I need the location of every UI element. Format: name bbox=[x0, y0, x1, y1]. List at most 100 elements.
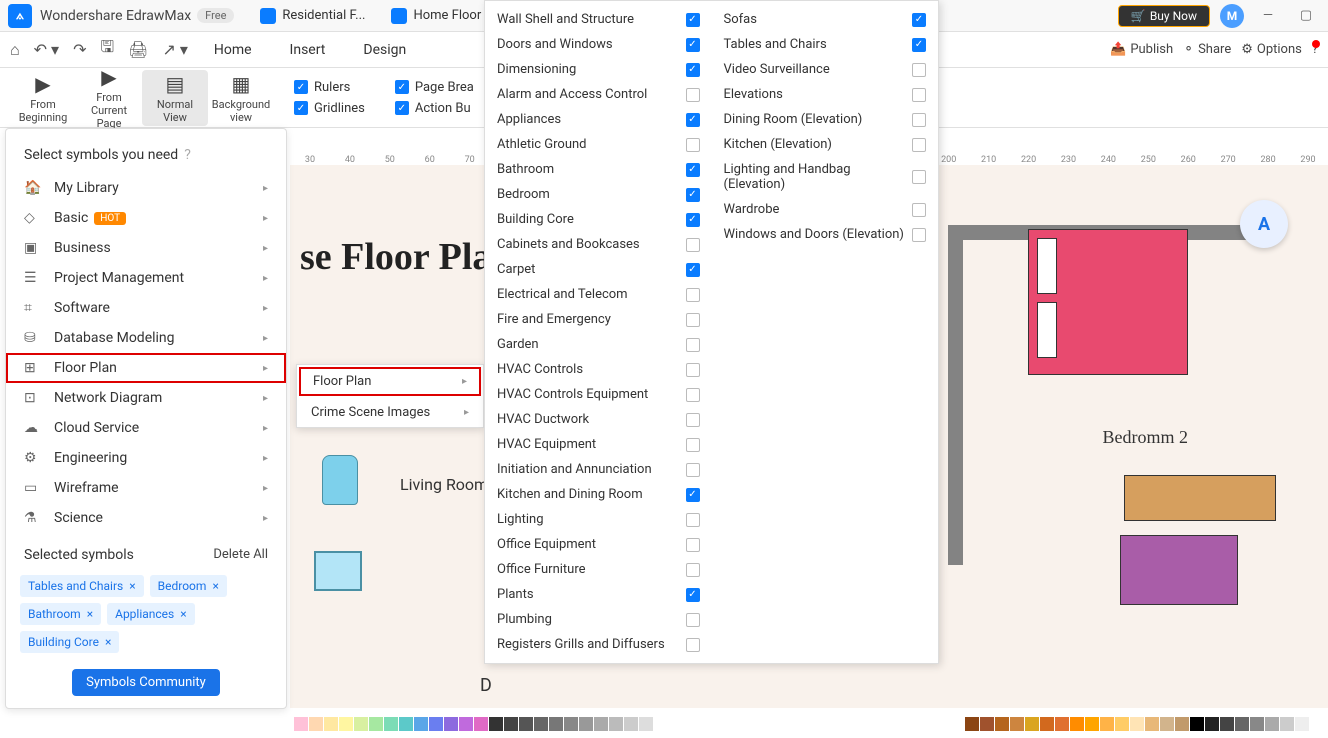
tag-bathroom[interactable]: Bathroom × bbox=[20, 603, 101, 625]
color-swatch[interactable] bbox=[624, 717, 638, 731]
check-alarm-and-access-control[interactable]: Alarm and Access Control bbox=[485, 82, 712, 107]
chair-shape[interactable] bbox=[322, 455, 358, 505]
check-wardrobe[interactable]: Wardrobe bbox=[712, 197, 939, 222]
options-button[interactable]: ⚙ Options bbox=[1241, 42, 1302, 57]
color-swatch[interactable] bbox=[429, 717, 443, 731]
check-sofas[interactable]: Sofas✓ bbox=[712, 7, 939, 32]
checkbox[interactable] bbox=[686, 638, 700, 652]
check-fire-and-emergency[interactable]: Fire and Emergency bbox=[485, 307, 712, 332]
checkbox[interactable]: ✓ bbox=[686, 38, 700, 52]
checkbox[interactable] bbox=[686, 288, 700, 302]
remove-tag-icon[interactable]: × bbox=[180, 607, 186, 621]
color-swatch[interactable] bbox=[294, 717, 308, 731]
checkbox[interactable] bbox=[686, 513, 700, 527]
category-database-modeling[interactable]: ⛁Database Modeling▸ bbox=[6, 323, 286, 353]
check-elevations[interactable]: Elevations bbox=[712, 82, 939, 107]
remove-tag-icon[interactable]: × bbox=[87, 607, 93, 621]
checkbox[interactable] bbox=[686, 338, 700, 352]
check-kitchen-and-dining-room[interactable]: Kitchen and Dining Room✓ bbox=[485, 482, 712, 507]
color-swatch[interactable] bbox=[594, 717, 608, 731]
checkbox[interactable]: ✓ bbox=[686, 63, 700, 77]
symbols-community-button[interactable]: Symbols Community bbox=[72, 669, 220, 696]
color-swatch[interactable] bbox=[1190, 717, 1204, 731]
color-swatch[interactable] bbox=[459, 717, 473, 731]
buy-now-button[interactable]: 🛒 Buy Now bbox=[1118, 5, 1210, 27]
color-swatch[interactable] bbox=[549, 717, 563, 731]
color-swatch[interactable] bbox=[414, 717, 428, 731]
category-cloud-service[interactable]: ☁Cloud Service▸ bbox=[6, 413, 286, 443]
actionbutton-checkbox[interactable]: ✓ bbox=[395, 101, 409, 115]
submenu-floor-plan[interactable]: Floor Plan▸ bbox=[299, 367, 481, 396]
color-swatch[interactable] bbox=[1220, 717, 1234, 731]
color-swatch[interactable] bbox=[965, 717, 979, 731]
color-swatch[interactable] bbox=[1130, 717, 1144, 731]
checkbox[interactable]: ✓ bbox=[912, 38, 926, 52]
category-network-diagram[interactable]: ⊡Network Diagram▸ bbox=[6, 383, 286, 413]
checkbox[interactable] bbox=[686, 363, 700, 377]
background-view-button[interactable]: ▦Background view bbox=[208, 70, 274, 126]
color-swatch[interactable] bbox=[1070, 717, 1084, 731]
checkbox[interactable] bbox=[686, 313, 700, 327]
check-bedroom[interactable]: Bedroom✓ bbox=[485, 182, 712, 207]
check-hvac-ductwork[interactable]: HVAC Ductwork bbox=[485, 407, 712, 432]
tag-bedroom[interactable]: Bedroom × bbox=[150, 575, 227, 597]
check-appliances[interactable]: Appliances✓ bbox=[485, 107, 712, 132]
menu-home[interactable]: Home bbox=[202, 38, 264, 62]
checkbox[interactable]: ✓ bbox=[686, 13, 700, 27]
redo-icon[interactable]: ↷ bbox=[73, 40, 86, 59]
checkbox[interactable] bbox=[686, 388, 700, 402]
color-swatch[interactable] bbox=[1055, 717, 1069, 731]
delete-all-button[interactable]: Delete All bbox=[213, 547, 268, 563]
export-icon[interactable]: ↗ ▾ bbox=[162, 40, 187, 59]
avatar[interactable]: M bbox=[1220, 4, 1244, 28]
check-office-furniture[interactable]: Office Furniture bbox=[485, 557, 712, 582]
color-swatch[interactable] bbox=[1115, 717, 1129, 731]
submenu-crime-scene-images[interactable]: Crime Scene Images▸ bbox=[297, 398, 483, 427]
checkbox[interactable] bbox=[912, 170, 926, 184]
color-swatch[interactable] bbox=[384, 717, 398, 731]
category-science[interactable]: ⚗Science▸ bbox=[6, 503, 286, 533]
from-beginning-button[interactable]: ▶From Beginning bbox=[10, 70, 76, 126]
check-wall-shell-and-structure[interactable]: Wall Shell and Structure✓ bbox=[485, 7, 712, 32]
checkbox[interactable] bbox=[912, 228, 926, 242]
check-hvac-equipment[interactable]: HVAC Equipment bbox=[485, 432, 712, 457]
category-my-library[interactable]: 🏠My Library▸ bbox=[6, 173, 286, 203]
checkbox[interactable] bbox=[912, 138, 926, 152]
check-registers-grills-and-diffusers[interactable]: Registers Grills and Diffusers bbox=[485, 632, 712, 657]
color-swatch[interactable] bbox=[609, 717, 623, 731]
color-swatch[interactable] bbox=[489, 717, 503, 731]
color-swatch[interactable] bbox=[309, 717, 323, 731]
check-lighting[interactable]: Lighting bbox=[485, 507, 712, 532]
checkbox[interactable]: ✓ bbox=[686, 113, 700, 127]
home-icon[interactable]: ⌂ bbox=[10, 40, 20, 60]
color-swatch[interactable] bbox=[399, 717, 413, 731]
remove-tag-icon[interactable]: × bbox=[129, 579, 135, 593]
checkbox[interactable] bbox=[912, 113, 926, 127]
color-swatch[interactable] bbox=[324, 717, 338, 731]
check-video-surveillance[interactable]: Video Surveillance bbox=[712, 57, 939, 82]
wardrobe-shape[interactable] bbox=[1124, 475, 1276, 521]
check-hvac-controls-equipment[interactable]: HVAC Controls Equipment bbox=[485, 382, 712, 407]
menu-insert[interactable]: Insert bbox=[278, 38, 338, 62]
color-swatch[interactable] bbox=[995, 717, 1009, 731]
color-swatch[interactable] bbox=[534, 717, 548, 731]
category-engineering[interactable]: ⚙Engineering▸ bbox=[6, 443, 286, 473]
color-swatch[interactable] bbox=[980, 717, 994, 731]
color-swatch[interactable] bbox=[444, 717, 458, 731]
help-icon[interactable]: ? bbox=[1312, 42, 1318, 57]
rulers-checkbox[interactable]: ✓ bbox=[294, 80, 308, 94]
color-swatch[interactable] bbox=[1265, 717, 1279, 731]
color-swatch[interactable] bbox=[1010, 717, 1024, 731]
check-garden[interactable]: Garden bbox=[485, 332, 712, 357]
checkbox[interactable] bbox=[686, 463, 700, 477]
minimize-icon[interactable]: — bbox=[1254, 2, 1282, 30]
check-athletic-ground[interactable]: Athletic Ground bbox=[485, 132, 712, 157]
check-electrical-and-telecom[interactable]: Electrical and Telecom bbox=[485, 282, 712, 307]
checkbox[interactable] bbox=[686, 563, 700, 577]
category-wireframe[interactable]: ▭Wireframe▸ bbox=[6, 473, 286, 503]
check-plants[interactable]: Plants✓ bbox=[485, 582, 712, 607]
bed2-shape[interactable] bbox=[1120, 535, 1238, 605]
category-project-management[interactable]: ☰Project Management▸ bbox=[6, 263, 286, 293]
save-icon[interactable]: 🖫 bbox=[100, 36, 114, 63]
checkbox[interactable] bbox=[686, 613, 700, 627]
